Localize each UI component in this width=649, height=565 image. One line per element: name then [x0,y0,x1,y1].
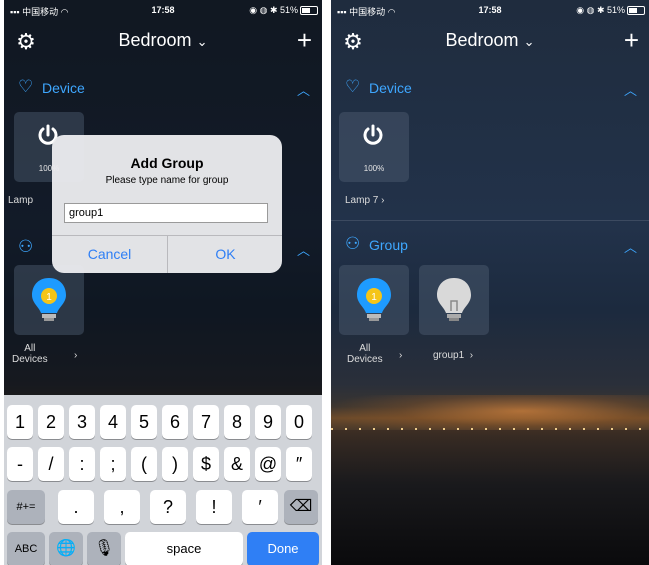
key-at[interactable]: @ [255,447,281,481]
section-label: Device [369,80,412,96]
key-question[interactable]: ? [150,490,186,524]
group1-label: group1 › [433,350,474,361]
page-title: Bedroom [445,30,519,50]
key-symbols-toggle[interactable]: #+= [7,490,45,524]
numeric-keyboard: 1 2 3 4 5 6 7 8 9 0 - / : ; ( ) $ & @ ″ … [4,395,322,565]
chevron-right-icon: › [74,350,78,361]
key-8[interactable]: 8 [224,405,250,439]
dialog-title: Add Group [130,155,204,171]
bulb-icon: 1 [32,278,66,321]
svg-text:1: 1 [371,292,377,303]
chevron-down-icon: ⌄ [523,34,535,49]
page-title: Bedroom [118,30,192,50]
chevron-up-icon: ︿ [296,83,310,98]
key-3[interactable]: 3 [69,405,95,439]
navbar: ⚙ Bedroom ⌄ + [331,22,649,62]
group-tile-all-devices[interactable]: 1 [14,265,84,335]
battery-icon [300,6,318,15]
key-9[interactable]: 9 [255,405,281,439]
section-label: Device [42,80,85,96]
key-period[interactable]: . [58,490,94,524]
device-tile-label[interactable]: Lamp 7 › [345,195,384,206]
status-right: ◉ ◍ ✱ 51% [576,5,625,15]
key-space[interactable]: space [125,532,243,565]
section-label: Group [369,237,408,253]
bulb-icon: 1 [357,278,391,321]
key-colon[interactable]: : [69,447,95,481]
right-phone-screen: ▪▪▪ 中国移动 ◠ 17:58 ◉ ◍ ✱ 51% ⚙ Bedroom ⌄ + … [331,0,649,565]
status-bar: ▪▪▪ 中国移动 ◠ 17:58 ◉ ◍ ✱ 51% [331,0,649,20]
svg-text:1: 1 [46,292,52,303]
key-done[interactable]: Done [247,532,319,565]
key-semicolon[interactable]: ; [100,447,126,481]
key-7[interactable]: 7 [193,405,219,439]
key-close-paren[interactable]: ) [162,447,188,481]
key-open-paren[interactable]: ( [131,447,157,481]
key-comma[interactable]: , [104,490,140,524]
lightbulb-icon: ♡ [18,77,34,96]
chevron-up-icon: ︿ [623,83,637,98]
key-1[interactable]: 1 [7,405,33,439]
key-dollar[interactable]: $ [193,447,219,481]
device-tile-label: Lamp [8,195,34,206]
add-group-dialog: Add Group Please type name for group Can… [52,135,282,273]
key-4[interactable]: 4 [100,405,126,439]
key-exclamation[interactable]: ! [196,490,232,524]
room-selector[interactable]: Bedroom ⌄ [331,30,649,51]
left-phone-screen: ▪▪▪ 中国移动 ◠ 17:58 ◉ ◍ ✱ 51% ⚙ Bedroom ⌄ + … [4,0,322,565]
dialog-message: Please type name for group [105,175,229,186]
bulb-icon [437,278,471,321]
chevron-right-icon: › [469,350,474,361]
ok-button[interactable]: OK [168,235,282,273]
chevron-up-icon: ︿ [296,243,310,258]
group-name-input[interactable] [64,203,268,223]
globe-icon[interactable]: 🌐 [49,532,83,565]
group-icon: ⚇ [18,237,34,256]
chevron-right-icon: › [399,350,403,361]
group-all-devices-label: All Devices [12,343,48,365]
key-abc[interactable]: ABC [7,532,45,565]
chevron-up-icon: ︿ [623,240,637,255]
key-dash[interactable]: - [7,447,33,481]
key-0[interactable]: 0 [286,405,312,439]
chevron-right-icon: › [381,195,385,206]
backspace-icon[interactable]: ⌫ [284,490,318,524]
add-icon[interactable]: + [297,26,312,54]
key-2[interactable]: 2 [38,405,64,439]
key-apostrophe[interactable]: ′ [242,490,278,524]
group-icon: ⚇ [345,234,361,253]
add-icon[interactable]: + [624,26,639,54]
key-quote[interactable]: ″ [286,447,312,481]
device-level: 100% [363,164,385,173]
microphone-icon[interactable]: 🎙 [87,532,121,565]
device-section-header[interactable]: ♡ Device ︿ [331,73,649,103]
device-section-header[interactable]: ♡ Device ︿ [4,73,322,103]
power-icon [363,124,383,145]
chevron-down-icon: ⌄ [196,34,208,49]
key-6[interactable]: 6 [162,405,188,439]
navbar: ⚙ Bedroom ⌄ + [4,22,322,62]
lightbulb-icon: ♡ [345,77,361,96]
group-tile-group1[interactable] [419,265,489,335]
key-ampersand[interactable]: & [224,447,250,481]
group-section-header[interactable]: ⚇ Group ︿ [331,230,649,260]
cancel-button[interactable]: Cancel [52,235,167,273]
status-bar: ▪▪▪ 中国移动 ◠ 17:58 ◉ ◍ ✱ 51% [4,0,322,20]
group-all-devices-label: All Devices [347,343,383,365]
key-slash[interactable]: / [38,447,64,481]
key-5[interactable]: 5 [131,405,157,439]
device-tile[interactable]: 100% [339,112,409,182]
group-tile-all-devices[interactable]: 1 [339,265,409,335]
room-selector[interactable]: Bedroom ⌄ [4,30,322,51]
status-right: ◉ ◍ ✱ 51% [249,5,298,15]
battery-icon [627,6,645,15]
